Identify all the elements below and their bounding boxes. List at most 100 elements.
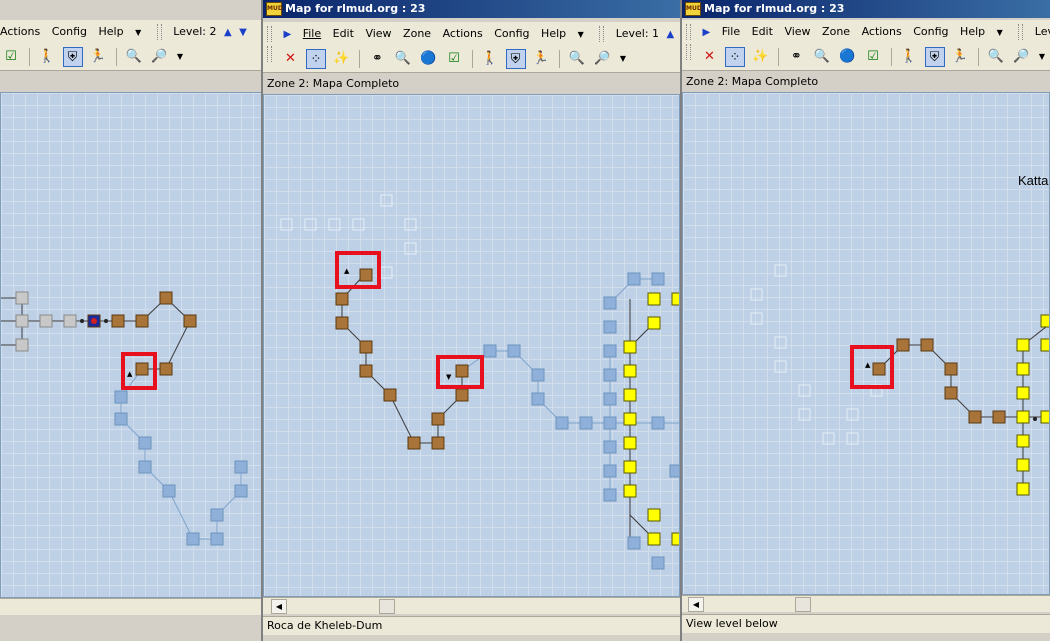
room[interactable]: [210, 532, 224, 546]
zoom-out-icon[interactable]: 🔎: [150, 47, 170, 67]
room[interactable]: [280, 218, 293, 231]
horizontal-scrollbar[interactable]: ◀: [263, 597, 680, 614]
room[interactable]: [234, 484, 248, 498]
room[interactable]: [623, 412, 637, 426]
room[interactable]: [603, 440, 617, 454]
room[interactable]: [135, 314, 149, 328]
room[interactable]: [944, 362, 958, 376]
room[interactable]: [404, 242, 417, 255]
room[interactable]: [623, 364, 637, 378]
room[interactable]: [210, 508, 224, 522]
room[interactable]: [383, 388, 397, 402]
room[interactable]: [623, 460, 637, 474]
room[interactable]: [968, 410, 982, 424]
room[interactable]: [15, 338, 29, 352]
runner-icon[interactable]: 🏃: [88, 47, 108, 67]
menu-zone[interactable]: Zone: [822, 20, 850, 44]
shield-walk-icon[interactable]: ⛨: [62, 47, 83, 67]
menu-config[interactable]: Config: [913, 20, 948, 44]
room[interactable]: [138, 460, 152, 474]
room[interactable]: [407, 436, 421, 450]
binoculars-icon[interactable]: ⚭: [787, 47, 807, 67]
horizontal-scrollbar[interactable]: [0, 598, 262, 615]
menu-overflow-icon[interactable]: ▼: [578, 23, 584, 47]
level-up-icon[interactable]: ▲: [224, 21, 232, 45]
menu-overflow-icon[interactable]: ▼: [135, 21, 141, 45]
room[interactable]: [798, 384, 811, 397]
room[interactable]: [647, 292, 661, 306]
shield-walk-icon[interactable]: ⛨: [924, 47, 945, 67]
menu-view[interactable]: View: [784, 20, 810, 44]
title-bar[interactable]: MUD Map for rlmud.org : 23: [263, 0, 680, 18]
room[interactable]: [750, 312, 763, 325]
room[interactable]: [404, 218, 417, 231]
scroll-thumb[interactable]: [795, 597, 811, 612]
room[interactable]: [603, 416, 617, 430]
menu-file[interactable]: File: [722, 20, 740, 44]
room[interactable]: [1016, 362, 1030, 376]
menu-actions[interactable]: Actions: [443, 22, 483, 46]
room[interactable]: [135, 362, 149, 376]
room[interactable]: [359, 340, 373, 354]
room[interactable]: [1040, 314, 1050, 328]
room[interactable]: [335, 292, 349, 306]
rooms-dots-icon[interactable]: ⁘: [725, 47, 745, 67]
zoom-in-icon[interactable]: 🔍: [124, 47, 144, 67]
room[interactable]: [603, 320, 617, 334]
room[interactable]: [507, 344, 521, 358]
room[interactable]: [798, 408, 811, 421]
room[interactable]: [774, 264, 787, 277]
room[interactable]: [579, 416, 593, 430]
room[interactable]: [111, 314, 125, 328]
room[interactable]: [1040, 338, 1050, 352]
room[interactable]: [359, 364, 373, 378]
map-canvas[interactable]: Katta ▲: [682, 92, 1050, 595]
magic-wand-icon[interactable]: ✨: [751, 47, 771, 67]
zoom-out-icon[interactable]: 🔎: [593, 49, 613, 69]
room[interactable]: [531, 392, 545, 406]
runner-icon[interactable]: 🏃: [531, 49, 551, 69]
zoom-dropdown-icon[interactable]: ▼: [175, 47, 185, 67]
play-arrow-icon[interactable]: ▶: [284, 23, 292, 47]
map-canvas[interactable]: ▲ ▼: [263, 94, 680, 597]
room[interactable]: [944, 386, 958, 400]
room[interactable]: [183, 314, 197, 328]
room[interactable]: [186, 532, 200, 546]
room[interactable]: [159, 362, 173, 376]
room[interactable]: [750, 288, 763, 301]
menu-config[interactable]: Config: [494, 22, 529, 46]
room[interactable]: [920, 338, 934, 352]
menu-zone[interactable]: Zone: [403, 22, 431, 46]
room[interactable]: [455, 388, 469, 402]
room[interactable]: [671, 292, 680, 306]
menu-help[interactable]: Help: [98, 20, 123, 44]
magic-wand-icon[interactable]: ✨: [332, 49, 352, 69]
room[interactable]: [1040, 410, 1050, 424]
room[interactable]: [304, 218, 317, 231]
menu-actions[interactable]: Actions: [862, 20, 902, 44]
room[interactable]: [623, 484, 637, 498]
room[interactable]: [1016, 434, 1030, 448]
room[interactable]: [822, 432, 835, 445]
zoom-dropdown-icon[interactable]: ▼: [618, 49, 628, 69]
menu-edit[interactable]: Edit: [333, 22, 354, 46]
shield-walk-icon[interactable]: ⛨: [505, 49, 526, 69]
room[interactable]: [603, 296, 617, 310]
room[interactable]: [63, 314, 77, 328]
checkbox-icon[interactable]: ☑: [444, 49, 464, 69]
room[interactable]: [431, 436, 445, 450]
search-icon[interactable]: 🔍: [812, 47, 832, 67]
room[interactable]: [531, 368, 545, 382]
room[interactable]: [234, 460, 248, 474]
room[interactable]: [15, 314, 29, 328]
zoom-in-icon[interactable]: 🔍: [986, 47, 1006, 67]
room[interactable]: [328, 218, 341, 231]
room[interactable]: [647, 508, 661, 522]
delete-icon[interactable]: ✕: [281, 49, 301, 69]
room[interactable]: [15, 291, 29, 305]
room[interactable]: [359, 268, 373, 282]
room[interactable]: [627, 272, 641, 286]
scroll-left-icon[interactable]: ◀: [271, 599, 287, 614]
room[interactable]: [39, 314, 53, 328]
level-up-icon[interactable]: ▲: [667, 23, 675, 47]
